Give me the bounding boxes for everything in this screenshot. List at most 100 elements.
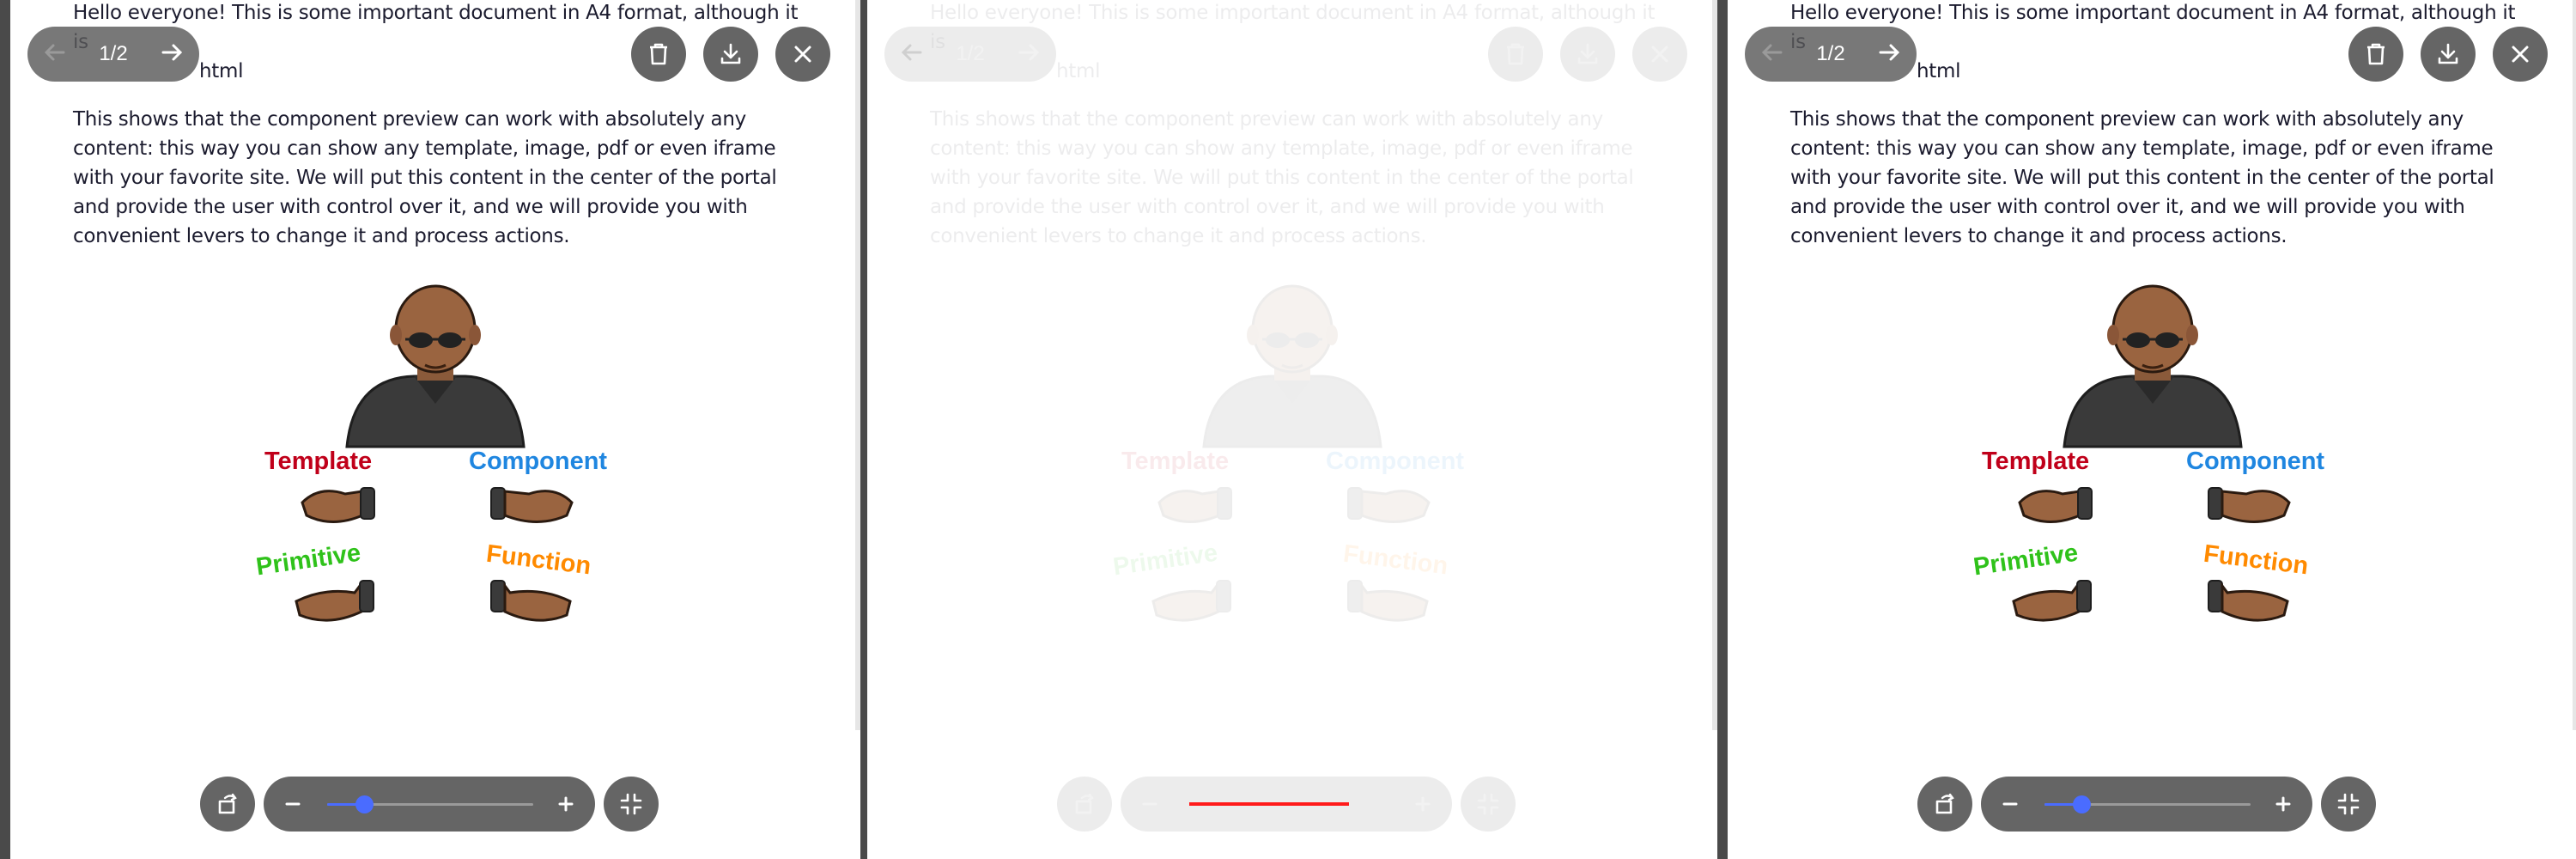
zoom-slider[interactable] [327, 795, 533, 813]
close-icon [1651, 46, 1668, 63]
rotate-icon [1075, 793, 1094, 814]
label-function: Function [2202, 539, 2310, 581]
prev-page-button[interactable] [43, 40, 67, 69]
zoom-control [264, 777, 595, 832]
hand-component-icon [2208, 487, 2291, 523]
scrollbar[interactable] [2573, 0, 2576, 730]
pagination-control: 1/2 [27, 27, 199, 82]
document-paragraph: This shows that the component preview ca… [73, 108, 777, 247]
zoom-slider-handle[interactable] [355, 795, 374, 813]
hand-primitive-icon [295, 580, 374, 622]
document-paragraph: This shows that the component preview ca… [1790, 108, 2494, 247]
plus-icon [558, 796, 574, 812]
zoom-slider-handle[interactable] [2073, 795, 2092, 813]
arrow-left-icon [1761, 44, 1783, 60]
rotate-icon [218, 793, 237, 814]
hand-function-icon [1347, 580, 1429, 622]
zoom-out-button[interactable] [1993, 787, 2027, 821]
rotate-button[interactable] [1057, 777, 1112, 832]
label-template: Template [1982, 448, 2090, 475]
hand-component-icon [490, 487, 574, 523]
zoom-in-button[interactable] [549, 787, 583, 821]
zoom-slider[interactable] [2044, 795, 2251, 813]
zoom-out-button[interactable] [1133, 787, 1167, 821]
hand-function-icon [490, 580, 572, 622]
preview-panel: Hello everyone! This is some important d… [1728, 0, 2576, 859]
prev-page-button[interactable] [900, 40, 924, 69]
delete-button[interactable] [1488, 27, 1543, 82]
zoom-control [1981, 777, 2312, 832]
download-icon [2438, 43, 2458, 64]
close-button[interactable] [2493, 27, 2548, 82]
scrollbar[interactable] [1712, 0, 1717, 730]
scrollbar[interactable] [855, 0, 860, 730]
trash-icon [2367, 43, 2385, 65]
next-page-button[interactable] [1877, 40, 1901, 69]
close-icon [2512, 46, 2529, 63]
zoom-in-button[interactable] [2266, 787, 2300, 821]
arrow-right-icon [161, 44, 183, 60]
download-button[interactable] [1560, 27, 1615, 82]
collapse-button[interactable] [604, 777, 659, 832]
collapse-icon [1477, 793, 1499, 815]
zoom-out-button[interactable] [276, 787, 310, 821]
minus-icon [285, 802, 301, 806]
plus-icon [2275, 796, 2291, 812]
arrow-left-icon [44, 44, 65, 60]
label-component: Component [1326, 448, 1465, 475]
close-icon [794, 46, 811, 63]
pagination-control: 1/2 [884, 27, 1056, 82]
label-component: Component [469, 448, 608, 475]
preview-panel: Hello everyone! This is some important d… [10, 0, 860, 859]
loading-indicator [1189, 802, 1349, 806]
label-component: Component [2186, 448, 2325, 475]
prev-page-button[interactable] [1760, 40, 1784, 69]
page-counter: 1/2 [99, 42, 128, 65]
download-icon [720, 43, 741, 64]
arrow-left-icon [901, 44, 922, 60]
label-template: Template [1121, 448, 1230, 475]
close-button[interactable] [1632, 27, 1687, 82]
label-function: Function [1341, 539, 1449, 581]
hand-function-icon [2208, 580, 2289, 622]
hand-primitive-icon [2012, 580, 2092, 622]
label-primitive: Primitive [1111, 539, 1220, 582]
collapse-icon [2337, 793, 2360, 815]
download-button[interactable] [703, 27, 758, 82]
document-paragraph: This shows that the component preview ca… [930, 108, 1634, 247]
hand-primitive-icon [1151, 580, 1231, 622]
page-counter: 1/2 [956, 42, 985, 65]
delete-button[interactable] [631, 27, 686, 82]
hand-template-icon [301, 487, 375, 523]
plus-icon [1415, 796, 1431, 812]
hand-component-icon [1347, 487, 1431, 523]
preview-panel-loading: Hello everyone! This is some important d… [867, 0, 1717, 859]
person-avatar-icon [2063, 284, 2243, 448]
close-button[interactable] [775, 27, 830, 82]
rotate-icon [1935, 793, 1954, 814]
person-avatar-icon [1202, 284, 1382, 448]
pagination-control: 1/2 [1745, 27, 1917, 82]
collapse-button[interactable] [2321, 777, 2376, 832]
hand-template-icon [2018, 487, 2093, 523]
zoom-in-button[interactable] [1406, 787, 1440, 821]
label-primitive: Primitive [254, 539, 363, 582]
next-page-button[interactable] [160, 40, 184, 69]
zoom-control [1121, 777, 1452, 832]
hand-template-icon [1157, 487, 1232, 523]
rotate-button[interactable] [200, 777, 255, 832]
label-primitive: Primitive [1971, 539, 2081, 582]
trash-icon [1507, 43, 1524, 65]
arrow-right-icon [1879, 44, 1900, 60]
collapse-button[interactable] [1461, 777, 1516, 832]
minus-icon [2002, 802, 2018, 806]
label-function: Function [484, 539, 592, 581]
delete-button[interactable] [2348, 27, 2403, 82]
download-button[interactable] [2421, 27, 2476, 82]
label-template: Template [264, 448, 373, 475]
arrow-right-icon [1018, 44, 1040, 60]
rotate-button[interactable] [1917, 777, 1972, 832]
person-avatar-icon [345, 284, 526, 448]
page-counter: 1/2 [1816, 42, 1845, 65]
next-page-button[interactable] [1017, 40, 1041, 69]
